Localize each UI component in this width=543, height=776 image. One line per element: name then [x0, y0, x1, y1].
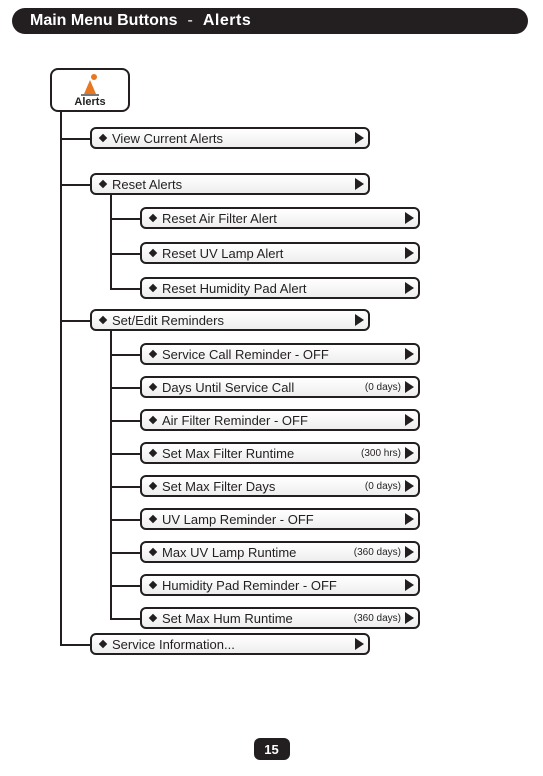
set-edit-reminders-button[interactable]: Set/Edit Reminders [90, 309, 370, 331]
bullet-icon [149, 249, 157, 257]
service-call-reminder-button[interactable]: Service Call Reminder - OFF [140, 343, 420, 365]
chevron-right-icon [405, 480, 414, 492]
menu-label: Reset Alerts [112, 177, 355, 192]
service-information-button[interactable]: Service Information... [90, 633, 370, 655]
chevron-right-icon [405, 212, 414, 224]
menu-label: Humidity Pad Reminder - OFF [162, 578, 401, 593]
alerts-root-label: Alerts [74, 96, 105, 108]
chevron-right-icon [355, 132, 364, 144]
bullet-icon [149, 449, 157, 457]
menu-label: Air Filter Reminder - OFF [162, 413, 401, 428]
page-header: Main Menu Buttons - Alerts [12, 8, 528, 34]
menu-label: Service Call Reminder - OFF [162, 347, 401, 362]
bullet-icon [149, 284, 157, 292]
menu-label: Service Information... [112, 637, 355, 652]
chevron-right-icon [355, 178, 364, 190]
bullet-icon [149, 515, 157, 523]
chevron-right-icon [355, 314, 364, 326]
bullet-icon [149, 482, 157, 490]
chevron-right-icon [355, 638, 364, 650]
reset-uv-lamp-button[interactable]: Reset UV Lamp Alert [140, 242, 420, 264]
page-number: 15 [264, 742, 278, 757]
header-subtitle: Alerts [203, 12, 251, 30]
max-uv-runtime-button[interactable]: Max UV Lamp Runtime (360 days) [140, 541, 420, 563]
menu-label: Set Max Hum Runtime [162, 611, 354, 626]
uv-lamp-reminder-button[interactable]: UV Lamp Reminder - OFF [140, 508, 420, 530]
chevron-right-icon [405, 513, 414, 525]
days-until-service-button[interactable]: Days Until Service Call (0 days) [140, 376, 420, 398]
header-main-title: Main Menu Buttons [30, 12, 178, 30]
chevron-right-icon [405, 546, 414, 558]
bullet-icon [149, 214, 157, 222]
menu-label: Set Max Filter Runtime [162, 446, 361, 461]
alerts-icon [81, 74, 99, 96]
header-separator: - [188, 12, 193, 30]
menu-label: Reset Humidity Pad Alert [162, 281, 405, 296]
alerts-root-button[interactable]: Alerts [50, 68, 130, 112]
air-filter-reminder-button[interactable]: Air Filter Reminder - OFF [140, 409, 420, 431]
reset-humidity-pad-button[interactable]: Reset Humidity Pad Alert [140, 277, 420, 299]
chevron-right-icon [405, 612, 414, 624]
max-filter-days-button[interactable]: Set Max Filter Days (0 days) [140, 475, 420, 497]
menu-label: Set Max Filter Days [162, 479, 365, 494]
max-filter-runtime-button[interactable]: Set Max Filter Runtime (300 hrs) [140, 442, 420, 464]
menu-label: View Current Alerts [112, 131, 355, 146]
bullet-icon [149, 581, 157, 589]
menu-label: Set/Edit Reminders [112, 313, 355, 328]
bullet-icon [149, 416, 157, 424]
bullet-icon [99, 180, 107, 188]
menu-value: (300 hrs) [361, 448, 401, 459]
chevron-right-icon [405, 381, 414, 393]
chevron-right-icon [405, 414, 414, 426]
bullet-icon [149, 383, 157, 391]
bullet-icon [149, 350, 157, 358]
chevron-right-icon [405, 282, 414, 294]
max-hum-runtime-button[interactable]: Set Max Hum Runtime (360 days) [140, 607, 420, 629]
menu-label: Reset UV Lamp Alert [162, 246, 405, 261]
menu-value: (0 days) [365, 481, 401, 492]
bullet-icon [99, 316, 107, 324]
menu-value: (360 days) [354, 547, 401, 558]
bullet-icon [99, 134, 107, 142]
menu-value: (0 days) [365, 382, 401, 393]
view-current-alerts-button[interactable]: View Current Alerts [90, 127, 370, 149]
chevron-right-icon [405, 579, 414, 591]
reset-alerts-button[interactable]: Reset Alerts [90, 173, 370, 195]
menu-label: Max UV Lamp Runtime [162, 545, 354, 560]
bullet-icon [149, 548, 157, 556]
menu-label: Reset Air Filter Alert [162, 211, 405, 226]
menu-label: UV Lamp Reminder - OFF [162, 512, 401, 527]
chevron-right-icon [405, 348, 414, 360]
chevron-right-icon [405, 247, 414, 259]
humidity-pad-reminder-button[interactable]: Humidity Pad Reminder - OFF [140, 574, 420, 596]
page-number-badge: 15 [254, 738, 290, 760]
menu-label: Days Until Service Call [162, 380, 365, 395]
menu-value: (360 days) [354, 613, 401, 624]
chevron-right-icon [405, 447, 414, 459]
reset-air-filter-button[interactable]: Reset Air Filter Alert [140, 207, 420, 229]
bullet-icon [99, 640, 107, 648]
bullet-icon [149, 614, 157, 622]
